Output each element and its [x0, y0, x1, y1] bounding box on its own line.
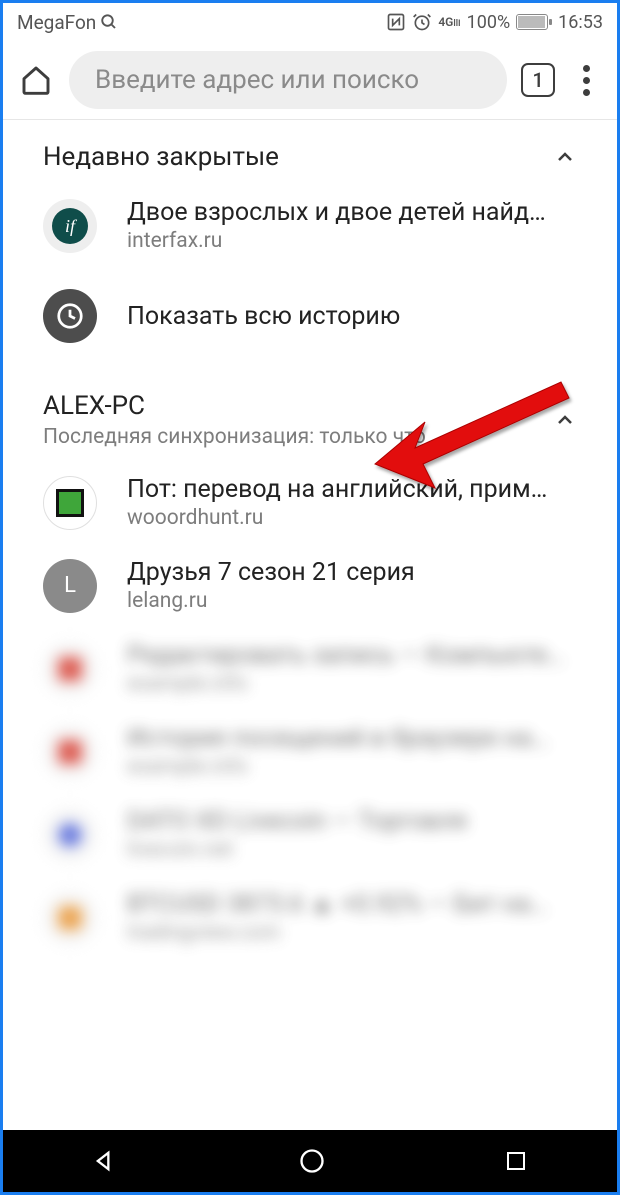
- search-icon: [100, 13, 118, 31]
- favicon-interfax: if: [43, 199, 97, 253]
- carrier-label: MegaFon: [17, 11, 96, 34]
- item-title: Друзья 7 сезон 21 серия: [127, 558, 577, 587]
- alarm-icon: [412, 12, 432, 32]
- history-item-blurred[interactable]: BTCUSD 3873.6 ▲ +0.92% — Бит на… trading…: [3, 876, 617, 959]
- status-bar: MegaFon 4GllI 100% 16:53: [3, 3, 617, 41]
- history-item[interactable]: Пот: перевод на английский, прим… wooord…: [3, 461, 617, 544]
- item-domain: interfax.ru: [127, 229, 577, 253]
- item-domain: lelang.ru: [127, 589, 577, 613]
- address-bar[interactable]: Введите адрес или поиско: [69, 51, 507, 109]
- recently-closed-header[interactable]: Недавно закрытые: [3, 120, 617, 184]
- nfc-icon: [386, 12, 406, 32]
- item-domain: wooordhunt.ru: [127, 506, 577, 530]
- item-title: Двое взрослых и двое детей найд…: [127, 198, 577, 227]
- history-item-blurred[interactable]: История посещений в браузере на… example…: [3, 710, 617, 793]
- network-icon: 4GllI: [438, 15, 460, 29]
- chevron-up-icon: [553, 145, 577, 169]
- item-title: Пот: перевод на английский, прим…: [127, 475, 577, 504]
- chevron-up-icon: [553, 408, 577, 432]
- nav-back-button[interactable]: [92, 1147, 120, 1175]
- menu-dots-icon: [583, 65, 590, 72]
- show-history-label: Показать всю историю: [127, 302, 577, 331]
- home-button[interactable]: [17, 61, 55, 99]
- browser-toolbar: Введите адрес или поиско 1: [3, 41, 617, 119]
- home-icon: [20, 64, 52, 96]
- sync-subtitle: Последняя синхронизация: только что: [43, 425, 426, 449]
- address-placeholder: Введите адрес или поиско: [95, 65, 419, 95]
- synced-device-header[interactable]: ALEX-PC Последняя синхронизация: только …: [3, 365, 617, 461]
- history-icon-circle: [43, 289, 97, 343]
- nav-recent-button[interactable]: [504, 1149, 528, 1173]
- menu-button[interactable]: [569, 65, 603, 96]
- favicon-wooordhunt: [43, 476, 97, 530]
- tab-switcher[interactable]: 1: [521, 63, 555, 97]
- clock-icon: [55, 301, 85, 331]
- device-name: ALEX-PC: [43, 391, 426, 421]
- clock-time: 16:53: [558, 12, 603, 33]
- nav-home-button[interactable]: [298, 1147, 326, 1175]
- favicon-lelang: L: [43, 559, 97, 613]
- history-item-blurred[interactable]: DATO XD Livecoin — Торговля livecoin.net: [3, 793, 617, 876]
- battery-icon: [516, 14, 548, 30]
- android-nav-bar: [3, 1130, 617, 1192]
- history-item[interactable]: L Друзья 7 сезон 21 серия lelang.ru: [3, 544, 617, 627]
- battery-pct: 100%: [467, 12, 511, 33]
- history-item[interactable]: if Двое взрослых и двое детей найд… inte…: [3, 184, 617, 267]
- tab-count-value: 1: [532, 68, 543, 92]
- history-item-blurred[interactable]: Редактировать запись — Компьюте… example…: [3, 627, 617, 710]
- show-full-history[interactable]: Показать всю историю: [3, 267, 617, 365]
- recently-closed-title: Недавно закрытые: [43, 142, 279, 172]
